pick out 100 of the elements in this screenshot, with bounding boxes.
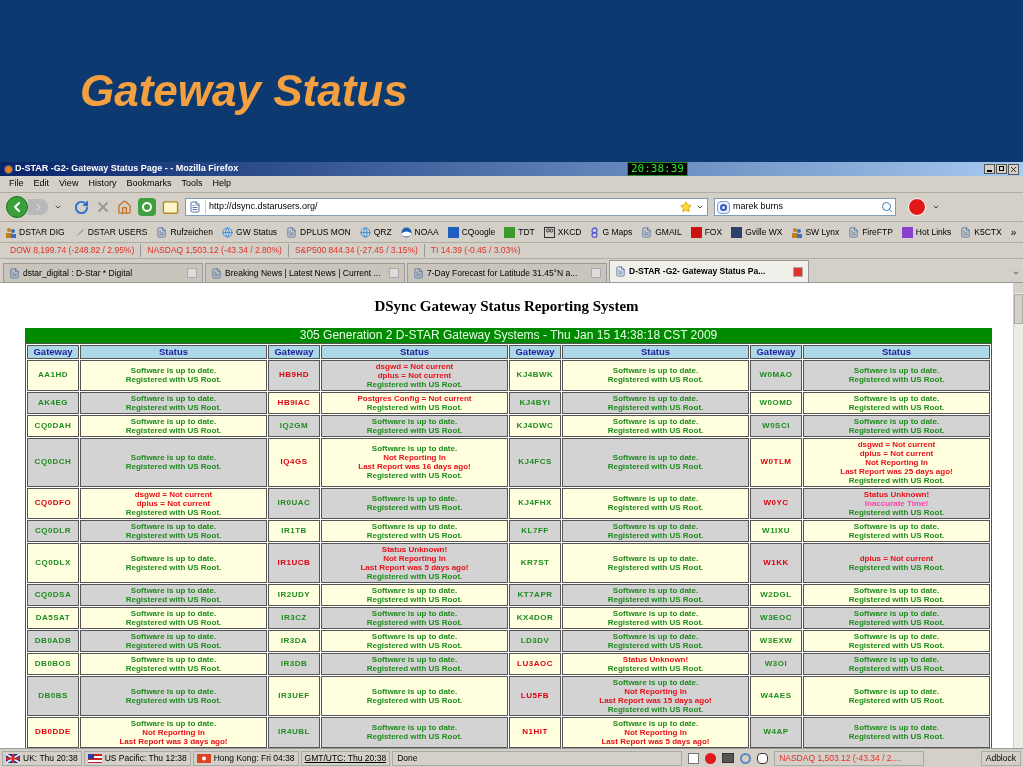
bookmark-item[interactable]: XKCD	[543, 225, 582, 239]
bookmark-item[interactable]: Gville WX	[731, 225, 783, 239]
world-clock[interactable]: UK: Thu 20:38	[2, 750, 82, 766]
column-header: Status	[562, 344, 749, 359]
address-field[interactable]: http://dsync.dstarusers.org/	[185, 198, 708, 216]
column-header: Status	[80, 344, 267, 359]
close-icon[interactable]	[1008, 163, 1019, 175]
status-cell: Software is up to date. Registered with US Root.	[562, 487, 749, 519]
status-cell: Software is up to date. Registered with US Root.	[562, 414, 749, 437]
bookmark-item[interactable]: FOX	[690, 225, 723, 239]
gateway-cell: W4AP	[750, 716, 802, 748]
app-icon	[4, 164, 13, 174]
search-icon[interactable]	[881, 201, 893, 213]
status-cell: Software is up to date. Registered with US Root.	[321, 675, 508, 716]
status-cell: dsgwd = Not current dplus = Not current Registered with US Root.	[80, 487, 267, 519]
status-cell: Software is up to date. Registered with US Root.	[321, 583, 508, 606]
bookmark-item[interactable]: Hot Links	[901, 225, 952, 239]
monitor-icon[interactable]	[722, 753, 735, 763]
status-cell: Software is up to date. Registered with US Root.	[80, 652, 267, 675]
status-cell: Software is up to date. Registered with US Root.	[321, 414, 508, 437]
browser-tab[interactable]: dstar_digital : D-Star * Digital	[3, 263, 203, 282]
bookmark-item[interactable]: Rufzeichen	[156, 225, 213, 239]
gateway-cell: W3OI	[750, 652, 802, 675]
bookmark-item[interactable]: DSTAR DIG	[5, 225, 65, 239]
status-cell: Software is up to date. Registered with US Root.	[80, 414, 267, 437]
bookmark-item[interactable]: GMAIL	[641, 225, 682, 239]
gateway-cell: KT7APR	[509, 583, 561, 606]
bookmark-item[interactable]: NOAA	[400, 225, 439, 239]
menu-item[interactable]: History	[88, 177, 117, 191]
bookmark-item[interactable]: DPLUS MON	[286, 225, 351, 239]
menu-item[interactable]: Bookmarks	[126, 177, 172, 191]
browser-tab[interactable]: 7-Day Forecast for Latitude 31.45°N a...	[407, 263, 607, 282]
status-cell: Software is up to date. Registered with US Root.	[80, 583, 267, 606]
bookmark-item[interactable]: K5CTX	[960, 225, 1002, 239]
bookmark-item[interactable]: TDT	[504, 225, 535, 239]
star-icon[interactable]	[680, 201, 692, 213]
page-icon	[848, 226, 860, 238]
column-header: Gateway	[27, 344, 79, 359]
column-header: Status	[321, 344, 508, 359]
tab-label: Breaking News | Latest News | Current ...	[225, 266, 382, 280]
search-field[interactable]: marek burns	[714, 198, 896, 216]
bookmark-item[interactable]: CQoogle	[447, 225, 496, 239]
gateway-cell: W1IXU	[750, 519, 802, 542]
bookmark-item[interactable]: SW Lynx	[791, 225, 840, 239]
bookmark-item[interactable]: DSTAR USERS	[73, 225, 148, 239]
status-cell: Software is up to date. Registered with US Root.	[321, 652, 508, 675]
status-cell: Software is up to date. Registered with US Root.	[80, 391, 267, 414]
tab-label: dstar_digital : D-Star * Digital	[23, 266, 134, 280]
engine-icon[interactable]	[717, 200, 730, 214]
status-cell: Software is up to date. Registered with US Root.	[321, 606, 508, 629]
page-icon	[615, 266, 626, 277]
status-cell: Software is up to date. Registered with US Root.	[321, 519, 508, 542]
browser-tab[interactable]: D-STAR -G2- Gateway Status Pa...	[609, 260, 809, 282]
caret-icon[interactable]	[932, 203, 940, 211]
menu-item[interactable]: View	[59, 177, 79, 191]
table-banner: 305 Generation 2 D-STAR Gateway Systems - Thu Jan 15 14:38:18 CST 2009	[25, 327, 992, 343]
world-clock[interactable]: US Pacific: Thu 12:38	[83, 750, 191, 766]
world-clock[interactable]: GMT/UTC: Thu 20:38	[300, 750, 391, 766]
menu-item[interactable]: Tools	[181, 177, 203, 191]
status-cell: Software is up to date. Not Reporting In Last Report was 5 days ago!	[562, 716, 749, 748]
bookmark-item[interactable]: G Maps	[590, 225, 633, 239]
gateway-cell: W3EOC	[750, 606, 802, 629]
tab-list-icon[interactable]	[1012, 269, 1020, 277]
status-cell: Software is up to date. Registered with US Root.	[80, 437, 267, 487]
gateway-cell: KJ4FCS	[509, 437, 561, 487]
menu-item[interactable]: Help	[212, 177, 231, 191]
bookmark-item[interactable]: QRZ	[359, 225, 392, 239]
tab-label: 7-Day Forecast for Latitude 31.45°N a...	[427, 266, 579, 280]
tab-close-icon[interactable]	[793, 266, 803, 277]
caret-icon[interactable]	[696, 203, 704, 211]
status-cell: Software is up to date. Registered with US Root.	[803, 519, 990, 542]
window-title: D-STAR -G2- Gateway Status Page - - Mozilla Firefox	[15, 162, 240, 176]
caret-icon[interactable]	[54, 203, 62, 211]
bookmark-item[interactable]: FireFTP	[848, 225, 893, 239]
flag-icon	[87, 753, 102, 763]
restore-icon[interactable]	[996, 163, 1007, 174]
status-cell: Software is up to date. Registered with US Root.	[803, 652, 990, 675]
status-cell: Software is up to date. Not Reporting In Last Report was 3 days ago!	[80, 716, 267, 748]
home-icon[interactable]	[117, 199, 132, 215]
adblock-button[interactable]: Adblock	[980, 750, 1021, 766]
back-button[interactable]	[6, 196, 28, 218]
page-icon	[960, 226, 972, 238]
browser-tab[interactable]: Breaking News | Latest News | Current ...	[205, 263, 405, 282]
menu-item[interactable]: Edit	[33, 177, 50, 191]
status-cell: Software is up to date. Registered with US Root.	[321, 487, 508, 519]
reload-icon[interactable]	[74, 199, 89, 215]
status-cell: Software is up to date. Not Reporting In Last Report was 16 days ago! Registered with US Root.	[321, 437, 508, 487]
slide-title: Gateway Status	[80, 65, 408, 117]
gateway-cell: W0YC	[750, 487, 802, 519]
menu-item[interactable]: File	[9, 177, 24, 191]
minimize-icon[interactable]	[984, 163, 995, 174]
gateway-cell: W0SCI	[750, 414, 802, 437]
bookmark-item[interactable]: GW Status	[222, 225, 278, 239]
scrollbar[interactable]	[1013, 283, 1023, 748]
column-header: Gateway	[268, 344, 320, 359]
status-cell: Software is up to date. Registered with US Root.	[562, 359, 749, 391]
more-bookmarks-button[interactable]: »	[1010, 224, 1021, 240]
gateway-cell: IR1TB	[268, 519, 320, 542]
gateway-cell: LU3AOC	[509, 652, 561, 675]
world-clock[interactable]: Hong Kong: Fri 04:38	[192, 750, 299, 766]
